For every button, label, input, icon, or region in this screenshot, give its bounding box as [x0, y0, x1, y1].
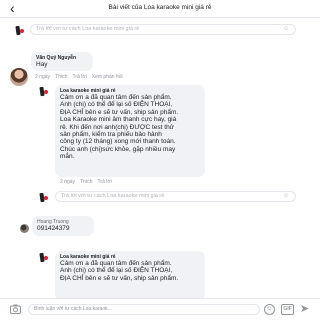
comment-bubble: Văn Quý Nguyễn Hay [31, 52, 93, 71]
comment-line: rẻ. Khi đến nơi anh(chị) ĐƯỢC test thử [60, 123, 175, 131]
emoji-icon[interactable]: ☺ [264, 304, 275, 315]
gif-button[interactable]: GIF [281, 304, 294, 315]
comment-composer: Bình luận với tư cách Loa karaok... ☺ GI… [0, 298, 320, 320]
comment-line: Anh (chị) có thể để lại số ĐIỆN THOẠI, [60, 267, 173, 275]
comment-line: sản phẩm, kiểm tra phiếu bảo hành [60, 131, 162, 139]
comment-line: Anh (chị) có thể để lại số ĐIỆN THOẠI, [60, 101, 173, 109]
emoji-icon[interactable]: ☺ [283, 192, 289, 201]
reply-link[interactable]: Trả lời [73, 74, 87, 80]
page-avatar [38, 86, 50, 98]
comment-bubble: Hoang Truong 091424379 [32, 216, 94, 236]
reply-input[interactable]: Trả lời với tư cách Loa karaoke mini giá… [55, 191, 296, 202]
comment-bubble: Loa karaoke mini giá rẻ Cảm ơn a đã quan… [55, 251, 205, 298]
comment-text: Hay [36, 61, 48, 68]
comment-line: công ty (12 tháng) xong mới thanh toán. [60, 138, 176, 146]
comment-line: mắn. [60, 153, 75, 161]
comment-text: 091424379 [37, 225, 70, 232]
page-title: Bài viết của Loa karaoke mini giá rẻ [108, 4, 212, 11]
comment-time: 2 ngày [60, 179, 76, 185]
camera-icon[interactable] [10, 304, 21, 314]
send-icon[interactable]: ➤ [300, 303, 309, 315]
comment-actions: 2 ngày Thích Trả lời Xem phản hồi [35, 74, 128, 80]
like-link[interactable]: Thích [55, 74, 68, 80]
view-replies-link[interactable]: Xem phản hồi [92, 74, 123, 80]
comment-line: Loa Karaoke mini âm thanh cực hay, giá [60, 116, 177, 124]
emoji-icon[interactable]: ☺ [283, 25, 289, 34]
comment-actions: 2 ngày Thích Trả lời [60, 179, 117, 185]
comment-time: 2 ngày [35, 74, 51, 80]
comment-line: ĐỊA CHỈ bên e sẽ tư vấn, ship sản phẩm. [60, 108, 179, 116]
comment-line: Chúc anh (chị)sức khỏe, gặp nhiều may [60, 145, 176, 153]
comment-bubble: Loa karaoke mini giá rẻ Cảm ơn a đã quan… [55, 85, 205, 177]
top-bar: ‹ Bài viết của Loa karaoke mini giá rẻ [0, 0, 320, 18]
reply-input[interactable]: Trả lời với tư cách Loa karaoke mini giá… [30, 24, 296, 35]
reply-link[interactable]: Trả lời [98, 179, 112, 185]
avatar [10, 68, 28, 86]
avatar [20, 224, 29, 233]
page-avatar [14, 25, 26, 37]
page-avatar [38, 192, 50, 204]
comments-thread: Trả lời với tư cách Loa karaoke mini giá… [0, 19, 320, 298]
page-avatar [38, 252, 50, 264]
like-link[interactable]: Thích [80, 179, 93, 185]
comment-input[interactable]: Bình luận với tư cách Loa karaok... [28, 304, 260, 315]
comment-line: ĐỊA CHỈ bên e sẽ tư vấn, ship sản phẩm. [60, 274, 179, 282]
